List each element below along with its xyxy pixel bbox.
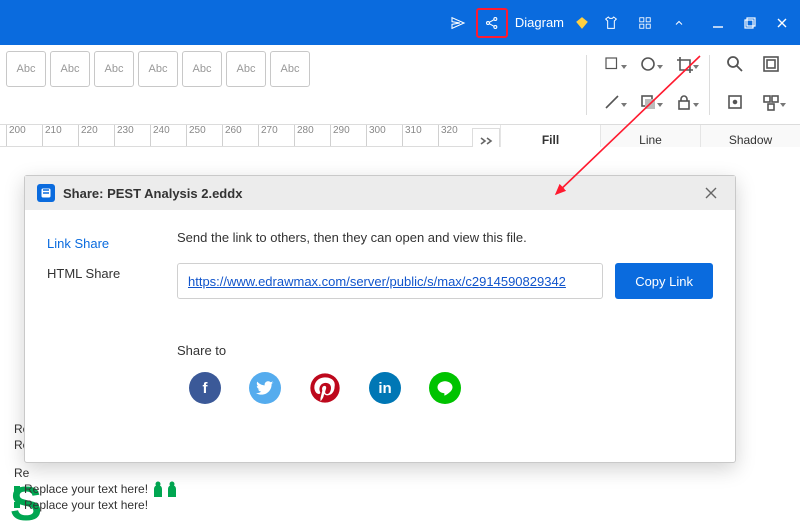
facebook-icon[interactable]: f	[189, 372, 221, 404]
ruler-tick: 250	[186, 125, 206, 147]
toolbar-separator	[586, 55, 587, 115]
style-swatch[interactable]: Abc	[6, 51, 46, 87]
crop-tool-icon[interactable]	[667, 48, 701, 80]
line-icon[interactable]	[429, 372, 461, 404]
bullet-icon	[14, 486, 20, 492]
fit-page-icon[interactable]	[718, 86, 752, 118]
window-controls	[706, 13, 794, 33]
shape-tool-icon[interactable]	[631, 48, 665, 80]
toolbar: Abc Abc Abc Abc Abc Abc Abc	[0, 45, 800, 125]
ruler-tick: 290	[330, 125, 350, 147]
dialog-main: Send the link to others, then they can o…	[155, 210, 735, 464]
send-icon[interactable]	[443, 9, 473, 37]
fill-tool-icon[interactable]	[595, 48, 629, 80]
sidebar-item-link-share[interactable]: Link Share	[25, 228, 155, 258]
minimize-button[interactable]	[706, 13, 730, 33]
linkedin-icon[interactable]: in	[369, 372, 401, 404]
style-swatch[interactable]: Abc	[50, 51, 90, 87]
toolbar-separator	[709, 55, 710, 115]
twitter-icon[interactable]	[249, 372, 281, 404]
ruler-tick: 240	[150, 125, 170, 147]
align-tool-icon[interactable]	[754, 86, 788, 118]
style-scroller[interactable]: Abc Abc Abc Abc Abc Abc Abc	[0, 45, 316, 125]
canvas-text-line: Re	[14, 465, 178, 481]
dialog-body: Link Share HTML Share Send the link to o…	[25, 210, 735, 464]
style-swatch[interactable]: Abc	[182, 51, 222, 87]
close-window-button[interactable]	[770, 13, 794, 33]
ruler-tick: 300	[366, 125, 386, 147]
style-swatch[interactable]: Abc	[270, 51, 310, 87]
ruler-tick: 230	[114, 125, 134, 147]
titlebar-diagram-label[interactable]: Diagram	[511, 15, 568, 30]
apps-icon[interactable]	[630, 9, 660, 37]
copy-link-button[interactable]: Copy Link	[615, 263, 713, 299]
chevron-up-icon[interactable]	[664, 9, 694, 37]
dialog-sidebar: Link Share HTML Share	[25, 210, 155, 464]
ruler-tick: 270	[258, 125, 278, 147]
canvas-text-line: Replace your text here!	[24, 481, 148, 497]
bullet-icon	[14, 502, 20, 508]
people-icon	[152, 481, 178, 497]
link-row: https://www.edrawmax.com/server/public/s…	[177, 263, 713, 299]
share-dialog: Share: PEST Analysis 2.eddx Link Share H…	[24, 175, 736, 463]
search-icon[interactable]	[718, 48, 752, 80]
diamond-icon[interactable]	[572, 9, 592, 37]
shirt-icon[interactable]	[596, 9, 626, 37]
line-tool-icon[interactable]	[595, 86, 629, 118]
style-swatch[interactable]: Abc	[226, 51, 266, 87]
style-swatch[interactable]: Abc	[94, 51, 134, 87]
dialog-app-icon	[37, 184, 55, 202]
style-swatch[interactable]: Abc	[138, 51, 178, 87]
ruler-tick: 200	[6, 125, 26, 147]
share-icon[interactable]	[477, 9, 507, 37]
ruler-tick: 320	[438, 125, 458, 147]
share-to-label: Share to	[177, 343, 713, 358]
pinterest-icon[interactable]	[309, 372, 341, 404]
titlebar-right: Diagram	[443, 0, 794, 45]
tool-group-shape	[593, 44, 703, 126]
ruler-tick: 260	[222, 125, 242, 147]
sidebar-item-html-share[interactable]: HTML Share	[25, 258, 155, 288]
lock-tool-icon[interactable]	[667, 86, 701, 118]
ruler-tick: 210	[42, 125, 62, 147]
ruler-tick: 220	[78, 125, 98, 147]
page-focus-icon[interactable]	[754, 48, 788, 80]
titlebar: Diagram	[0, 0, 800, 45]
dialog-close-button[interactable]	[699, 181, 723, 205]
share-icons-row: f in	[177, 372, 713, 404]
restore-button[interactable]	[738, 13, 762, 33]
dialog-title: Share: PEST Analysis 2.eddx	[63, 186, 242, 201]
tool-group-view	[716, 44, 790, 126]
dialog-titlebar: Share: PEST Analysis 2.eddx	[25, 176, 735, 210]
shadow-tool-icon[interactable]	[631, 86, 665, 118]
canvas-text-line: Replace your text here!	[24, 497, 148, 513]
ruler-tick: 280	[294, 125, 314, 147]
share-url-field[interactable]: https://www.edrawmax.com/server/public/s…	[177, 263, 603, 299]
dialog-description: Send the link to others, then they can o…	[177, 230, 713, 245]
ruler-tick: 310	[402, 125, 422, 147]
